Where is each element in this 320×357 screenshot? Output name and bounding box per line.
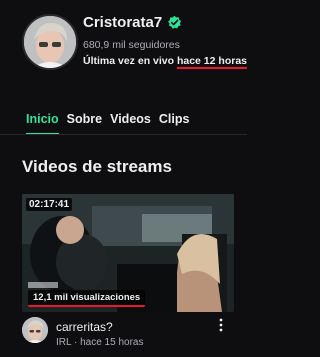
- video-thumbnail[interactable]: 02:17:41 12,1 mil visualizaciones: [22, 194, 234, 312]
- section-title: Videos de streams: [22, 157, 172, 176]
- video-duration: 02:17:41: [26, 198, 73, 211]
- followers-count: 680,9 mil seguidores: [83, 39, 180, 51]
- video-views: 12,1 mil visualizaciones: [28, 290, 146, 307]
- channel-name[interactable]: Cristorata7: [83, 14, 182, 31]
- video-title[interactable]: carreritas?: [56, 320, 113, 334]
- video-channel-avatar[interactable]: [22, 317, 48, 343]
- tab-inicio[interactable]: Inicio: [26, 112, 59, 135]
- channel-name-text: Cristorata7: [83, 14, 163, 31]
- more-vertical-icon[interactable]: [214, 318, 228, 336]
- last-live-status: Última vez en vivo hace 12 horas: [83, 55, 247, 67]
- tab-videos[interactable]: Videos: [110, 112, 151, 126]
- last-live-time: hace 12 horas: [176, 55, 247, 67]
- last-live-prefix: Última vez en vivo: [83, 55, 177, 67]
- channel-tabs: Inicio Sobre Videos Clips: [26, 112, 190, 135]
- verified-check-icon: [167, 15, 182, 30]
- channel-avatar[interactable]: [22, 14, 78, 70]
- tab-clips[interactable]: Clips: [159, 112, 190, 126]
- video-meta: IRL · hace 15 horas: [56, 337, 144, 348]
- tab-sobre[interactable]: Sobre: [67, 112, 102, 126]
- tabs-divider: [0, 134, 247, 135]
